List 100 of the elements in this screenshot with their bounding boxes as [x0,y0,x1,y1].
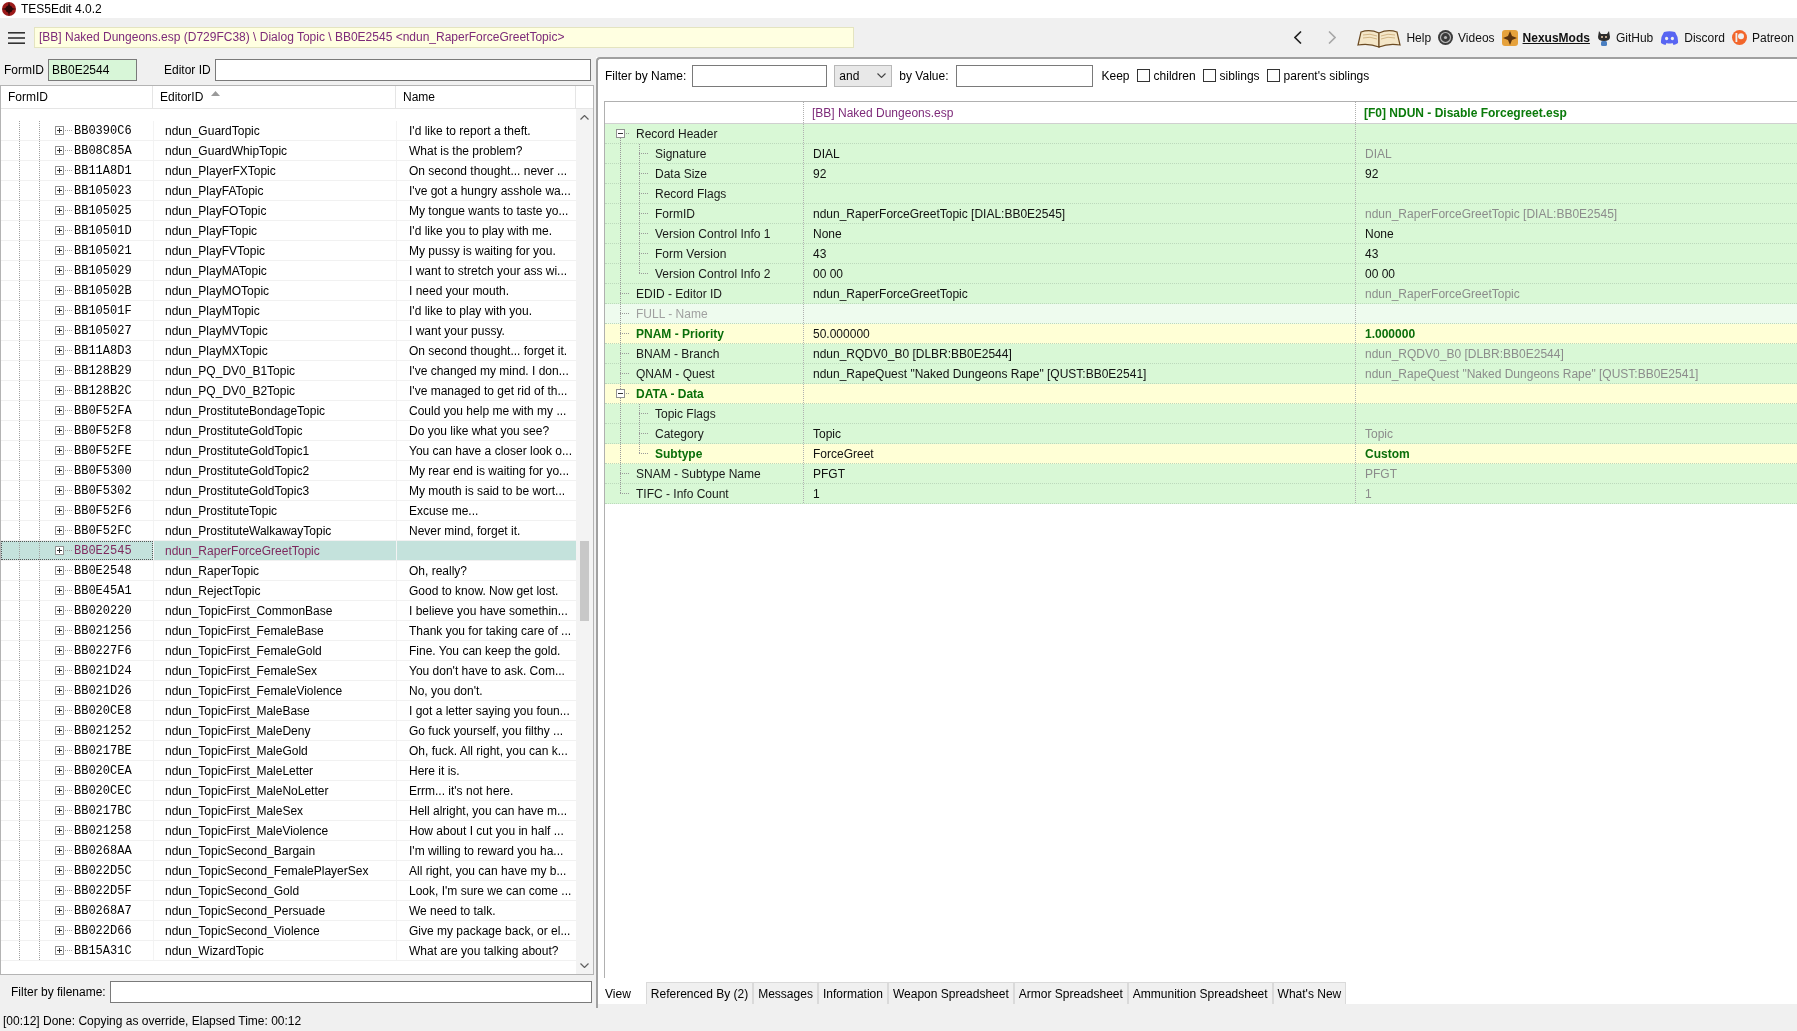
value-filter-field[interactable] [955,64,1093,87]
record-row[interactable]: SNAM - Subtype Name PFGT PFGT [605,464,1797,484]
plus-box-icon[interactable] [55,406,64,415]
menu-icon[interactable] [8,31,25,44]
plus-box-icon[interactable] [55,646,64,655]
back-icon[interactable] [1294,31,1303,44]
record-row[interactable]: Category Topic Topic [605,424,1797,444]
table-row[interactable]: BB105029 ndun_PlayMATopic I want to stretch your ass wi... [1,261,576,281]
record-row[interactable]: Topic Flags [605,404,1797,424]
table-row[interactable]: BB105025 ndun_PlayFOTopic My tongue wants to taste yo... [1,201,576,221]
table-row[interactable]: BB020220 ndun_TopicFirst_CommonBase I believe you have somethin... [1,601,576,621]
plus-box-icon[interactable] [55,366,64,375]
plus-box-icon[interactable] [55,466,64,475]
plus-box-icon[interactable] [55,486,64,495]
table-row[interactable]: BB128B29 ndun_PQ_DV0_B1Topic I've changed my mind. I don... [1,361,576,381]
table-row[interactable]: BB11A8D3 ndun_PlayMXTopic On second thought... forget it. [1,341,576,361]
breadcrumb-field[interactable]: [BB] Naked Dungeons.esp (D729FC38) \ Dialog Topic \ BB0E2545 <ndun_RaperForceGreetTopic> [34,27,854,48]
table-row[interactable]: BB021D26 ndun_TopicFirst_FemaleViolence No, you don't. [1,681,576,701]
record-row[interactable]: FormID ndun_RaperForceGreetTopic [DIAL:BB0E2545] ndun_RaperForceGreetTopic [DIAL:BB0E2545] [605,204,1797,224]
table-row[interactable]: BB11A8D1 ndun_PlayerFXTopic On second thought... never ... [1,161,576,181]
plus-box-icon[interactable] [55,226,64,235]
plus-box-icon[interactable] [55,206,64,215]
table-row[interactable]: BB022D5C ndun_TopicSecond_FemalePlayerSex All right, you can have my b... [1,861,576,881]
record-row[interactable]: Record Header [605,124,1797,144]
plus-box-icon[interactable] [55,306,64,315]
toolbar-link[interactable]: Patreon [1731,30,1794,45]
table-row[interactable]: BB022D5F ndun_TopicSecond_Gold Look, I'm sure we can come ... [1,881,576,901]
record-row[interactable]: DATA - Data [605,384,1797,404]
operator-dropdown[interactable]: and [834,64,893,87]
table-row[interactable]: BB0F5302 ndun_ProstituteGoldTopic3 My mouth is said to be wort... [1,481,576,501]
tab[interactable]: Weapon Spreadsheet [887,982,1014,1004]
table-row[interactable]: BB10502B ndun_PlayMOTopic I need your mouth. [1,281,576,301]
scrollbar[interactable] [576,109,593,974]
column-header[interactable]: FormID [1,86,153,108]
tab[interactable]: Information [817,982,888,1004]
toolbar-link[interactable]: NexusMods [1501,29,1590,46]
table-row[interactable]: BB0E2545 ndun_RaperForceGreetTopic [1,541,576,561]
plus-box-icon[interactable] [55,506,64,515]
plus-box-icon[interactable] [55,686,64,695]
name-filter-field[interactable] [692,64,828,87]
minus-box-icon[interactable] [616,389,625,398]
record-row[interactable]: Record Flags [605,184,1797,204]
plus-box-icon[interactable] [55,806,64,815]
scroll-thumb[interactable] [580,541,589,621]
plus-box-icon[interactable] [55,946,64,955]
record-row[interactable]: BNAM - Branch ndun_RQDV0_B0 [DLBR:BB0E2544] ndun_RQDV0_B0 [DLBR:BB0E2544] [605,344,1797,364]
record-row[interactable]: Version Control Info 1 None None [605,224,1797,244]
plus-box-icon[interactable] [55,446,64,455]
plus-box-icon[interactable] [55,266,64,275]
plus-box-icon[interactable] [55,346,64,355]
editor-id-field[interactable] [214,58,591,81]
table-row[interactable]: BB021258 ndun_TopicFirst_MaleViolence How about I cut you in half ... [1,821,576,841]
table-row[interactable]: BB022D66 ndun_TopicSecond_Violence Give my package back, or el... [1,921,576,941]
plus-box-icon[interactable] [55,706,64,715]
table-row[interactable]: BB0217BE ndun_TopicFirst_MaleGold Oh, fuck. All right, you can k... [1,741,576,761]
table-row[interactable]: BB0F52F8 ndun_ProstituteGoldTopic Do you like what you see? [1,421,576,441]
checkbox-label[interactable]: children [1153,68,1196,83]
filter-field[interactable] [109,980,592,1003]
plus-box-icon[interactable] [55,146,64,155]
record-row[interactable]: QNAM - Quest ndun_RapeQuest "Naked Dungeons Rape" [QUST:BB0E2541] ndun_RapeQuest "Naked Dungeons Rape" [QUST:BB0E2541] [605,364,1797,384]
record-row[interactable]: Form Version 43 43 [605,244,1797,264]
plus-box-icon[interactable] [55,186,64,195]
column-header[interactable]: EditorID [153,86,396,108]
plus-box-icon[interactable] [55,386,64,395]
checkbox-label[interactable]: parent's siblings [1283,68,1370,83]
table-row[interactable]: BB0F52F6 ndun_ProstituteTopic Excuse me... [1,501,576,521]
plus-box-icon[interactable] [55,746,64,755]
plus-box-icon[interactable] [55,286,64,295]
table-row[interactable]: BB020CE8 ndun_TopicFirst_MaleBase I got a letter saying you foun... [1,701,576,721]
toolbar-link[interactable]: Discord [1660,30,1725,45]
toolbar-link[interactable]: Help [1357,27,1432,48]
table-row[interactable]: BB0227F6 ndun_TopicFirst_FemaleGold Fine. You can keep the gold. [1,641,576,661]
tab[interactable]: Ammunition Spreadsheet [1127,982,1273,1004]
plus-box-icon[interactable] [55,786,64,795]
scroll-up-icon[interactable] [580,115,589,120]
plus-box-icon[interactable] [55,526,64,535]
record-row[interactable]: Data Size 92 92 [605,164,1797,184]
plus-box-icon[interactable] [55,866,64,875]
plus-box-icon[interactable] [55,546,64,555]
record-row[interactable]: Version Control Info 2 00 00 00 00 [605,264,1797,284]
table-row[interactable]: BB020CEC ndun_TopicFirst_MaleNoLetter Errm... it's not here. [1,781,576,801]
plus-box-icon[interactable] [55,926,64,935]
minus-box-icon[interactable] [616,129,625,138]
plus-box-icon[interactable] [55,326,64,335]
table-row[interactable]: BB021256 ndun_TopicFirst_FemaleBase Thank you for taking care of ... [1,621,576,641]
record-row[interactable]: Signature DIAL DIAL [605,144,1797,164]
tab[interactable]: Messages [753,982,818,1004]
plus-box-icon[interactable] [55,726,64,735]
table-row[interactable]: BB08C85A ndun_GuardWhipTopic What is the problem? [1,141,576,161]
table-row[interactable]: BB105027 ndun_PlayMVTopic I want your pussy. [1,321,576,341]
checkbox[interactable] [1202,69,1216,82]
plus-box-icon[interactable] [55,886,64,895]
plus-box-icon[interactable] [55,906,64,915]
table-row[interactable]: BB021D24 ndun_TopicFirst_FemaleSex You don't have to ask. Com... [1,661,576,681]
record-row[interactable]: PNAM - Priority 50.000000 1.000000 [605,324,1797,344]
plus-box-icon[interactable] [55,566,64,575]
table-row[interactable]: BB0268AA ndun_TopicSecond_Bargain I'm willing to reward you ha... [1,841,576,861]
plus-box-icon[interactable] [55,426,64,435]
checkbox[interactable] [1136,69,1150,82]
scroll-down-icon[interactable] [580,963,589,968]
